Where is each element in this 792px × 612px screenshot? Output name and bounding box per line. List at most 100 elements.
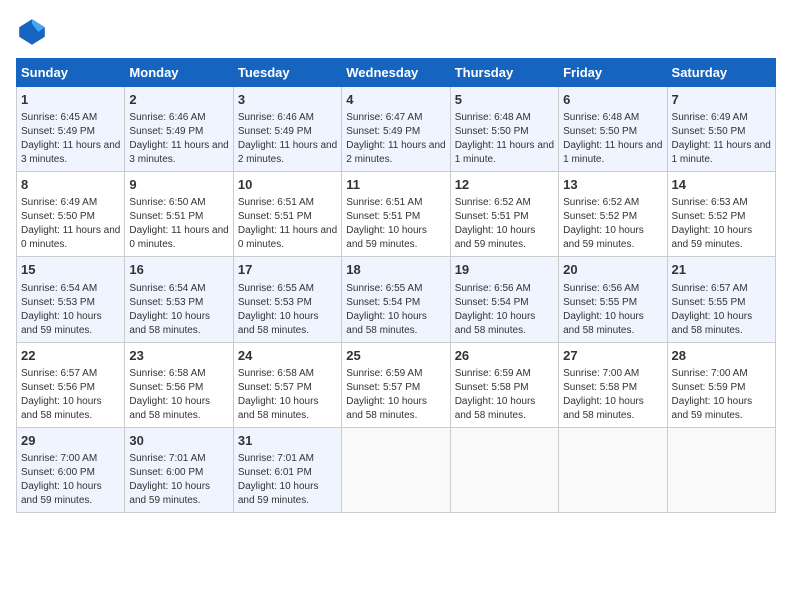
week-row-5: 29 Sunrise: 7:00 AMSunset: 6:00 PMDaylig… [17,427,776,512]
page-header [16,16,776,48]
cell-content: Sunrise: 6:47 AMSunset: 5:49 PMDaylight:… [346,112,445,165]
cell-content: Sunrise: 6:58 AMSunset: 5:57 PMDaylight:… [238,368,319,421]
week-row-2: 8 Sunrise: 6:49 AMSunset: 5:50 PMDayligh… [17,172,776,257]
day-number: 15 [21,261,120,279]
cell-content: Sunrise: 6:59 AMSunset: 5:57 PMDaylight:… [346,368,427,421]
day-number: 17 [238,261,337,279]
day-number: 26 [455,347,554,365]
day-number: 7 [672,91,771,109]
weekday-header-wednesday: Wednesday [342,59,450,87]
calendar-cell: 29 Sunrise: 7:00 AMSunset: 6:00 PMDaylig… [17,427,125,512]
day-number: 16 [129,261,228,279]
calendar-cell: 13 Sunrise: 6:52 AMSunset: 5:52 PMDaylig… [559,172,667,257]
calendar-cell: 27 Sunrise: 7:00 AMSunset: 5:58 PMDaylig… [559,342,667,427]
calendar-cell: 14 Sunrise: 6:53 AMSunset: 5:52 PMDaylig… [667,172,775,257]
cell-content: Sunrise: 6:55 AMSunset: 5:54 PMDaylight:… [346,283,427,336]
day-number: 1 [21,91,120,109]
cell-content: Sunrise: 6:48 AMSunset: 5:50 PMDaylight:… [563,112,662,165]
day-number: 28 [672,347,771,365]
day-number: 2 [129,91,228,109]
cell-content: Sunrise: 7:01 AMSunset: 6:01 PMDaylight:… [238,453,319,506]
calendar-cell: 22 Sunrise: 6:57 AMSunset: 5:56 PMDaylig… [17,342,125,427]
day-number: 22 [21,347,120,365]
cell-content: Sunrise: 6:51 AMSunset: 5:51 PMDaylight:… [346,197,427,250]
cell-content: Sunrise: 6:58 AMSunset: 5:56 PMDaylight:… [129,368,210,421]
calendar-cell: 1 Sunrise: 6:45 AMSunset: 5:49 PMDayligh… [17,87,125,172]
calendar-cell [342,427,450,512]
cell-content: Sunrise: 6:46 AMSunset: 5:49 PMDaylight:… [238,112,337,165]
calendar-cell: 5 Sunrise: 6:48 AMSunset: 5:50 PMDayligh… [450,87,558,172]
calendar-cell: 23 Sunrise: 6:58 AMSunset: 5:56 PMDaylig… [125,342,233,427]
cell-content: Sunrise: 6:57 AMSunset: 5:56 PMDaylight:… [21,368,102,421]
calendar-cell: 26 Sunrise: 6:59 AMSunset: 5:58 PMDaylig… [450,342,558,427]
day-number: 29 [21,432,120,450]
day-number: 9 [129,176,228,194]
cell-content: Sunrise: 7:00 AMSunset: 5:58 PMDaylight:… [563,368,644,421]
calendar-cell: 8 Sunrise: 6:49 AMSunset: 5:50 PMDayligh… [17,172,125,257]
calendar-cell: 4 Sunrise: 6:47 AMSunset: 5:49 PMDayligh… [342,87,450,172]
calendar-cell: 3 Sunrise: 6:46 AMSunset: 5:49 PMDayligh… [233,87,341,172]
calendar-cell [450,427,558,512]
calendar-cell: 17 Sunrise: 6:55 AMSunset: 5:53 PMDaylig… [233,257,341,342]
cell-content: Sunrise: 6:54 AMSunset: 5:53 PMDaylight:… [21,283,102,336]
calendar-cell: 7 Sunrise: 6:49 AMSunset: 5:50 PMDayligh… [667,87,775,172]
day-number: 24 [238,347,337,365]
calendar-cell: 25 Sunrise: 6:59 AMSunset: 5:57 PMDaylig… [342,342,450,427]
calendar-cell: 21 Sunrise: 6:57 AMSunset: 5:55 PMDaylig… [667,257,775,342]
weekday-header-friday: Friday [559,59,667,87]
cell-content: Sunrise: 6:52 AMSunset: 5:51 PMDaylight:… [455,197,536,250]
day-number: 23 [129,347,228,365]
day-number: 4 [346,91,445,109]
weekday-header-tuesday: Tuesday [233,59,341,87]
day-number: 31 [238,432,337,450]
cell-content: Sunrise: 6:49 AMSunset: 5:50 PMDaylight:… [21,197,120,250]
calendar-cell: 19 Sunrise: 6:56 AMSunset: 5:54 PMDaylig… [450,257,558,342]
day-number: 19 [455,261,554,279]
calendar-cell [667,427,775,512]
cell-content: Sunrise: 6:45 AMSunset: 5:49 PMDaylight:… [21,112,120,165]
day-number: 25 [346,347,445,365]
calendar-cell: 9 Sunrise: 6:50 AMSunset: 5:51 PMDayligh… [125,172,233,257]
cell-content: Sunrise: 7:00 AMSunset: 5:59 PMDaylight:… [672,368,753,421]
day-number: 13 [563,176,662,194]
calendar-cell: 11 Sunrise: 6:51 AMSunset: 5:51 PMDaylig… [342,172,450,257]
cell-content: Sunrise: 6:50 AMSunset: 5:51 PMDaylight:… [129,197,228,250]
day-number: 20 [563,261,662,279]
logo-icon [16,16,48,48]
calendar-table: SundayMondayTuesdayWednesdayThursdayFrid… [16,58,776,513]
day-number: 14 [672,176,771,194]
week-row-4: 22 Sunrise: 6:57 AMSunset: 5:56 PMDaylig… [17,342,776,427]
calendar-cell: 28 Sunrise: 7:00 AMSunset: 5:59 PMDaylig… [667,342,775,427]
weekday-header-sunday: Sunday [17,59,125,87]
day-number: 6 [563,91,662,109]
weekday-header-monday: Monday [125,59,233,87]
calendar-cell: 6 Sunrise: 6:48 AMSunset: 5:50 PMDayligh… [559,87,667,172]
calendar-cell: 12 Sunrise: 6:52 AMSunset: 5:51 PMDaylig… [450,172,558,257]
cell-content: Sunrise: 6:49 AMSunset: 5:50 PMDaylight:… [672,112,771,165]
cell-content: Sunrise: 6:51 AMSunset: 5:51 PMDaylight:… [238,197,337,250]
day-number: 12 [455,176,554,194]
logo [16,16,52,48]
calendar-cell: 16 Sunrise: 6:54 AMSunset: 5:53 PMDaylig… [125,257,233,342]
calendar-cell: 2 Sunrise: 6:46 AMSunset: 5:49 PMDayligh… [125,87,233,172]
day-number: 8 [21,176,120,194]
calendar-cell: 20 Sunrise: 6:56 AMSunset: 5:55 PMDaylig… [559,257,667,342]
cell-content: Sunrise: 6:57 AMSunset: 5:55 PMDaylight:… [672,283,753,336]
day-number: 3 [238,91,337,109]
cell-content: Sunrise: 6:59 AMSunset: 5:58 PMDaylight:… [455,368,536,421]
day-number: 27 [563,347,662,365]
day-number: 10 [238,176,337,194]
week-row-1: 1 Sunrise: 6:45 AMSunset: 5:49 PMDayligh… [17,87,776,172]
weekday-header-saturday: Saturday [667,59,775,87]
calendar-cell: 24 Sunrise: 6:58 AMSunset: 5:57 PMDaylig… [233,342,341,427]
cell-content: Sunrise: 6:56 AMSunset: 5:54 PMDaylight:… [455,283,536,336]
cell-content: Sunrise: 6:48 AMSunset: 5:50 PMDaylight:… [455,112,554,165]
day-number: 30 [129,432,228,450]
day-number: 11 [346,176,445,194]
calendar-cell [559,427,667,512]
cell-content: Sunrise: 7:01 AMSunset: 6:00 PMDaylight:… [129,453,210,506]
cell-content: Sunrise: 6:53 AMSunset: 5:52 PMDaylight:… [672,197,753,250]
cell-content: Sunrise: 6:52 AMSunset: 5:52 PMDaylight:… [563,197,644,250]
week-row-3: 15 Sunrise: 6:54 AMSunset: 5:53 PMDaylig… [17,257,776,342]
calendar-cell: 18 Sunrise: 6:55 AMSunset: 5:54 PMDaylig… [342,257,450,342]
